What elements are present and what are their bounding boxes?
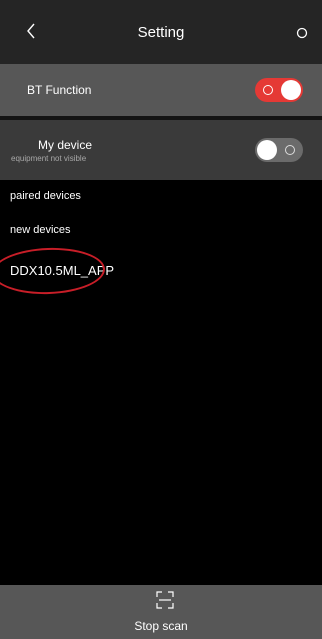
toggle-ring-icon — [285, 145, 295, 155]
my-device-label: My device — [38, 138, 93, 152]
bottom-bar: Stop scan — [0, 585, 322, 639]
stop-scan-button[interactable]: Stop scan — [0, 619, 322, 633]
my-device-toggle[interactable] — [255, 138, 303, 162]
new-devices-heading: new devices — [10, 224, 71, 236]
scan-icon[interactable] — [156, 591, 174, 609]
toggle-knob — [257, 140, 277, 160]
paired-devices-heading: paired devices — [10, 190, 81, 202]
my-device-sublabel: equipment not visible — [11, 154, 87, 163]
toggle-ring-icon — [263, 85, 273, 95]
page-title: Setting — [137, 23, 185, 41]
menu-button[interactable] — [294, 25, 310, 41]
device-list-item[interactable]: DDX10.5ML_APP — [10, 263, 114, 278]
bt-function-toggle[interactable] — [255, 78, 303, 102]
bt-function-label: BT Function — [27, 83, 92, 97]
circle-icon — [296, 27, 308, 39]
header-bar: Setting — [0, 0, 322, 64]
setting-screen: Setting BT Function My device equipment … — [0, 0, 322, 639]
toggle-knob — [281, 80, 301, 100]
